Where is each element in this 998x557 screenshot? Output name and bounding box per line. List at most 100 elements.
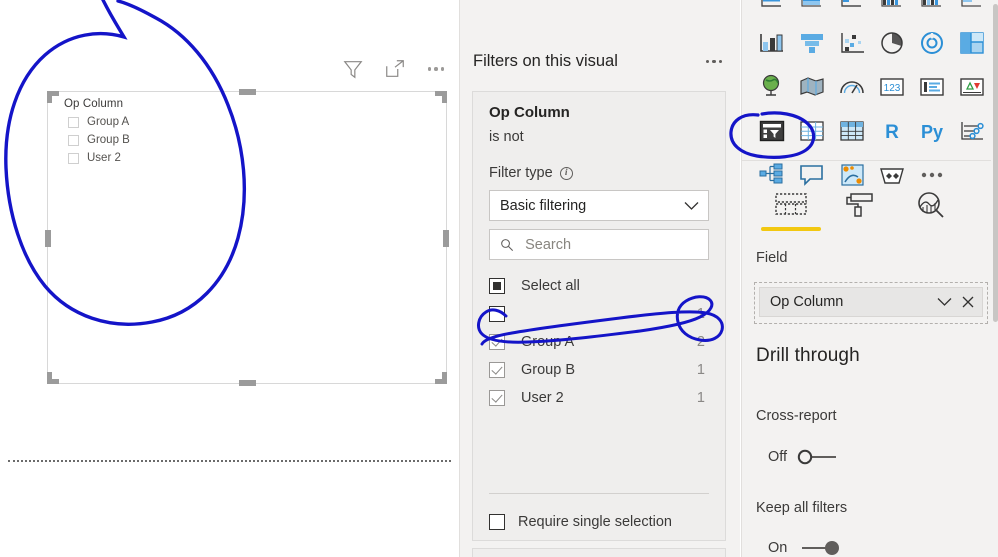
resize-handle-left[interactable] [45, 229, 51, 247]
cross-report-toggle-row[interactable]: Off [768, 448, 840, 466]
stacked-bar-chart-icon[interactable] [752, 0, 792, 18]
qna-icon[interactable] [792, 156, 832, 194]
report-canvas[interactable]: Op Column Group A Group B User 2 [0, 0, 458, 557]
cross-report-toggle[interactable] [796, 448, 840, 466]
filter-value-row-blank[interactable]: 1 [489, 300, 709, 328]
filter-checkbox[interactable] [489, 334, 505, 350]
filter-checkbox-select-all[interactable] [489, 278, 505, 294]
cross-report-state: Off [768, 449, 788, 465]
slicer-item[interactable]: Group B [68, 131, 446, 149]
resize-handle-top[interactable] [239, 89, 256, 95]
decomposition-tree-icon[interactable] [752, 156, 792, 194]
filters-pane: Filters on this visual Op Column is not … [459, 0, 740, 557]
filter-search-input[interactable] [523, 235, 698, 254]
visualizations-gallery: 123 R Py [742, 0, 991, 200]
chevron-down-icon[interactable] [937, 297, 952, 307]
magnifier-chart-icon [918, 192, 944, 218]
card-icon[interactable]: 123 [872, 68, 912, 106]
filter-value-label: Group B [521, 362, 575, 378]
slicer-item[interactable]: Group A [68, 113, 446, 131]
paginated-report-icon[interactable] [872, 156, 912, 194]
gallery-scrollbar[interactable] [992, 4, 998, 324]
filter-search-box[interactable] [489, 229, 709, 260]
field-pill-op-column[interactable]: Op Column [759, 287, 983, 317]
gauge-icon[interactable] [832, 68, 872, 106]
smart-narrative-icon[interactable] [832, 156, 872, 194]
resize-handle-top-left[interactable] [47, 91, 59, 103]
filter-type-label-row: Filter type i [489, 165, 709, 181]
resize-handle-bottom-left[interactable] [47, 372, 59, 384]
filter-value-row-select-all[interactable]: Select all [489, 272, 709, 300]
kpi-icon[interactable] [952, 68, 992, 106]
filter-value-count: 2 [696, 334, 705, 350]
fields-icon [775, 193, 807, 215]
key-influencers-icon[interactable] [952, 112, 992, 150]
clustered-column-chart-icon[interactable] [872, 0, 912, 18]
visual-more-options-button[interactable] [426, 63, 447, 75]
require-single-selection-checkbox[interactable] [489, 514, 505, 530]
slicer-item-label: Group A [87, 116, 130, 128]
get-more-visuals-icon[interactable] [912, 156, 952, 194]
slicer-checkbox[interactable] [68, 152, 79, 164]
line-and-stacked-column-chart-icon[interactable] [752, 24, 792, 62]
filter-value-label: Group A [521, 334, 575, 350]
funnel-chart-icon[interactable] [792, 24, 832, 62]
matrix-icon[interactable] [832, 112, 872, 150]
field-drop-well[interactable]: Op Column [754, 282, 988, 324]
keep-all-filters-toggle-row[interactable]: On [768, 539, 840, 557]
format-tab[interactable] [826, 190, 896, 231]
analytics-tab[interactable] [896, 190, 966, 231]
100-stacked-column-chart-icon[interactable] [952, 0, 992, 18]
donut-chart-icon[interactable] [912, 24, 952, 62]
resize-handle-right[interactable] [443, 229, 449, 247]
filter-value-count: 1 [696, 362, 705, 378]
resize-handle-top-right[interactable] [435, 91, 447, 103]
pie-chart-icon[interactable] [872, 24, 912, 62]
slicer-icon[interactable] [752, 112, 792, 150]
table-icon[interactable] [792, 112, 832, 150]
resize-handle-bottom-right[interactable] [435, 372, 447, 384]
focus-mode-icon[interactable] [384, 58, 406, 80]
gallery-divider [742, 160, 991, 161]
r-script-visual-icon[interactable]: R [872, 112, 912, 150]
fields-tab-underline [761, 227, 821, 231]
slicer-checkbox[interactable] [68, 134, 79, 146]
slicer-item-label: User 2 [87, 152, 121, 164]
filter-checkbox[interactable] [489, 306, 505, 322]
require-single-selection-row[interactable]: Require single selection [489, 514, 672, 530]
clustered-bar-chart-icon[interactable] [832, 0, 872, 18]
filters-pane-more-options-button[interactable] [704, 54, 725, 70]
next-filter-card[interactable] [472, 548, 726, 557]
stacked-column-chart-icon[interactable] [792, 0, 832, 18]
filter-value-count: 1 [696, 390, 705, 406]
filter-type-select[interactable]: Basic filtering [489, 190, 709, 221]
fields-tab[interactable] [756, 190, 826, 231]
map-icon[interactable] [752, 68, 792, 106]
filter-value-row[interactable]: User 2 1 [489, 384, 709, 412]
slicer-visual[interactable]: Op Column Group A Group B User 2 [45, 89, 449, 386]
funnel-icon[interactable] [342, 58, 364, 80]
treemap-icon[interactable] [952, 24, 992, 62]
multi-row-card-icon[interactable] [912, 68, 952, 106]
slicer-item[interactable]: User 2 [68, 149, 446, 167]
filter-value-row[interactable]: Group B 1 [489, 356, 709, 384]
100-stacked-bar-chart-icon[interactable] [912, 0, 952, 18]
filter-checkbox[interactable] [489, 390, 505, 406]
scatter-chart-icon[interactable] [832, 24, 872, 62]
filter-checkbox[interactable] [489, 362, 505, 378]
keep-all-filters-toggle[interactable] [796, 539, 840, 557]
slicer-checkbox[interactable] [68, 116, 79, 128]
analytics-tab-underline [901, 227, 961, 231]
gallery-empty-cell [952, 156, 992, 194]
filter-type-label: Filter type [489, 165, 553, 181]
python-visual-icon[interactable]: Py [912, 112, 952, 150]
resize-handle-bottom[interactable] [239, 380, 256, 386]
filters-pane-scrollbar[interactable] [732, 0, 740, 557]
chevron-down-icon [684, 201, 699, 210]
close-icon[interactable] [962, 296, 974, 308]
keep-all-filters-label: Keep all filters [756, 500, 848, 516]
format-tab-underline [831, 227, 891, 231]
filled-map-icon[interactable] [792, 68, 832, 106]
info-icon[interactable]: i [559, 166, 573, 180]
filter-value-row[interactable]: Group A 2 [489, 328, 709, 356]
